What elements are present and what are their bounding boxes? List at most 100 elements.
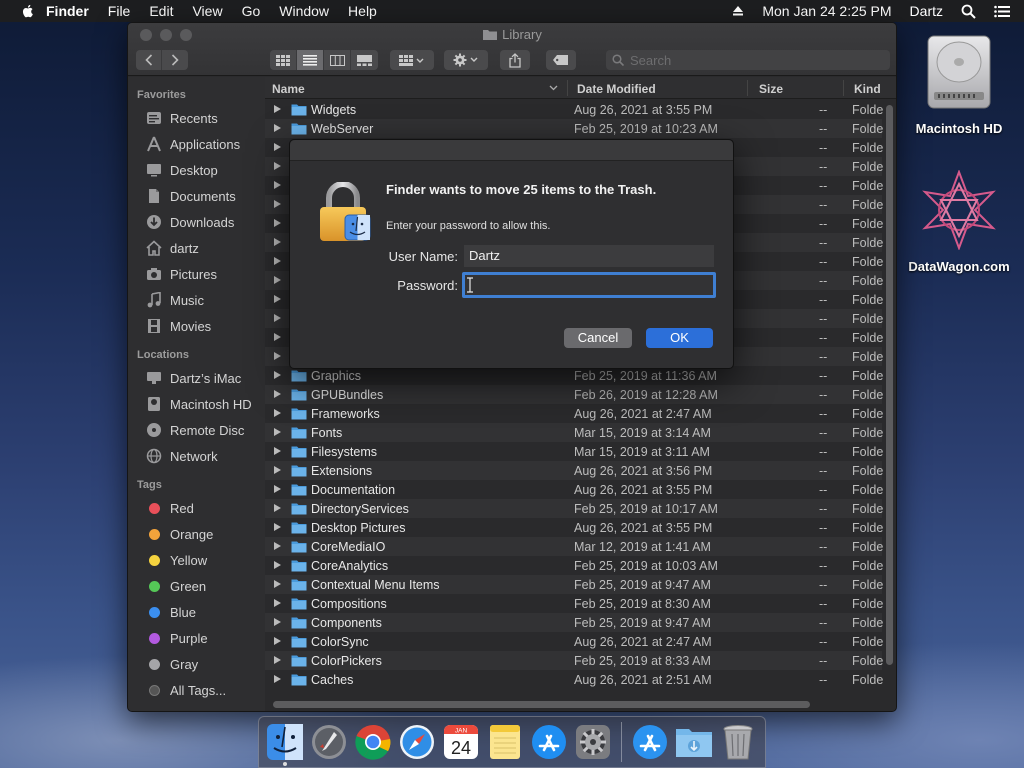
disclosure-triangle-icon[interactable] <box>274 314 281 322</box>
file-row[interactable]: ColorSync Aug 26, 2021 at 2:47 AM -- Folde <box>265 632 883 651</box>
disclosure-triangle-icon[interactable] <box>274 390 281 398</box>
file-row[interactable]: CoreAnalytics Feb 25, 2019 at 10:03 AM -- F… <box>265 556 883 575</box>
cancel-button[interactable]: Cancel <box>564 328 632 348</box>
menu-view[interactable]: View <box>192 3 222 19</box>
file-row[interactable]: Fonts Mar 15, 2019 at 3:14 AM -- Folde <box>265 423 883 442</box>
sidebar-item-pictures[interactable]: Pictures <box>128 261 265 287</box>
desktop-icon-macintosh-hd[interactable]: Macintosh HD <box>904 32 1014 136</box>
dock-downloads-folder[interactable] <box>672 720 716 764</box>
sidebar-item-imac[interactable]: Dartz’s iMac <box>128 365 265 391</box>
sidebar-item-desktop[interactable]: Desktop <box>128 157 265 183</box>
menu-help[interactable]: Help <box>348 3 377 19</box>
disclosure-triangle-icon[interactable] <box>274 238 281 246</box>
horizontal-scrollbar[interactable] <box>273 701 810 708</box>
disclosure-triangle-icon[interactable] <box>274 219 281 227</box>
disclosure-triangle-icon[interactable] <box>274 143 281 151</box>
sidebar-tag-gray[interactable]: Gray <box>128 651 265 677</box>
forward-button[interactable] <box>162 50 188 70</box>
disclosure-triangle-icon[interactable] <box>274 371 281 379</box>
sidebar-tag-yellow[interactable]: Yellow <box>128 547 265 573</box>
column-size[interactable]: Size <box>759 82 783 96</box>
file-row[interactable]: Caches Aug 26, 2021 at 2:51 AM -- Folde <box>265 670 883 689</box>
disclosure-triangle-icon[interactable] <box>274 352 281 360</box>
disclosure-triangle-icon[interactable] <box>274 105 281 113</box>
file-row[interactable]: GPUBundles Feb 26, 2019 at 12:28 AM -- Fold… <box>265 385 883 404</box>
file-row[interactable]: Frameworks Aug 26, 2021 at 2:47 AM -- Folde <box>265 404 883 423</box>
menu-window[interactable]: Window <box>279 3 329 19</box>
sidebar-item-movies[interactable]: Movies <box>128 313 265 339</box>
sidebar-tag-red[interactable]: Red <box>128 495 265 521</box>
menubar-user[interactable]: Dartz <box>910 3 943 19</box>
disclosure-triangle-icon[interactable] <box>274 523 281 531</box>
edit-tags-button[interactable] <box>546 50 576 70</box>
dock-launchpad[interactable] <box>307 720 351 764</box>
disclosure-triangle-icon[interactable] <box>274 656 281 664</box>
gallery-view-button[interactable] <box>351 50 378 70</box>
dock-chrome[interactable] <box>351 720 395 764</box>
dock-calendar[interactable]: JAN 24 <box>439 720 483 764</box>
dock-finder[interactable] <box>263 720 307 766</box>
file-row[interactable]: Contextual Menu Items Feb 25, 2019 at 9:4… <box>265 575 883 594</box>
apple-menu-icon[interactable] <box>20 3 36 19</box>
menubar-clock[interactable]: Mon Jan 24 2:25 PM <box>762 3 891 19</box>
share-button[interactable] <box>500 50 530 70</box>
disclosure-triangle-icon[interactable] <box>274 181 281 189</box>
dock-trash[interactable] <box>716 720 760 764</box>
sidebar-item-music[interactable]: Music <box>128 287 265 313</box>
file-row[interactable]: CoreMediaIO Mar 12, 2019 at 1:41 AM -- Fold… <box>265 537 883 556</box>
disclosure-triangle-icon[interactable] <box>274 580 281 588</box>
ok-button[interactable]: OK <box>646 328 713 348</box>
file-row[interactable]: Compositions Feb 25, 2019 at 8:30 AM -- Fol… <box>265 594 883 613</box>
dock-notes[interactable] <box>483 720 527 764</box>
sidebar-item-documents[interactable]: Documents <box>128 183 265 209</box>
menu-edit[interactable]: Edit <box>149 3 173 19</box>
sidebar-all-tags[interactable]: All Tags... <box>128 677 265 703</box>
sidebar-item-network[interactable]: Network <box>128 443 265 469</box>
notification-center-icon[interactable] <box>994 5 1010 18</box>
password-field[interactable] <box>462 272 716 298</box>
disclosure-triangle-icon[interactable] <box>274 675 281 683</box>
icon-view-button[interactable] <box>270 50 297 70</box>
back-button[interactable] <box>136 50 163 70</box>
column-view-button[interactable] <box>324 50 351 70</box>
sidebar-item-macintosh-hd[interactable]: Macintosh HD <box>128 391 265 417</box>
disclosure-triangle-icon[interactable] <box>274 162 281 170</box>
disclosure-triangle-icon[interactable] <box>274 295 281 303</box>
menu-file[interactable]: File <box>108 3 131 19</box>
sidebar-tag-blue[interactable]: Blue <box>128 599 265 625</box>
file-row[interactable]: Widgets Aug 26, 2021 at 3:55 PM -- Folde <box>265 100 883 119</box>
file-row[interactable]: DirectoryServices Feb 25, 2019 at 10:17 A… <box>265 499 883 518</box>
sidebar-item-remote-disc[interactable]: Remote Disc <box>128 417 265 443</box>
sidebar-tag-green[interactable]: Green <box>128 573 265 599</box>
desktop-icon-datawagon[interactable]: DataWagon.com <box>904 169 1014 274</box>
disclosure-triangle-icon[interactable] <box>274 618 281 626</box>
sidebar-item-dartz[interactable]: dartz <box>128 235 265 261</box>
disclosure-triangle-icon[interactable] <box>274 428 281 436</box>
menu-app-name[interactable]: Finder <box>46 3 89 19</box>
dock-safari[interactable] <box>395 720 439 764</box>
disclosure-triangle-icon[interactable] <box>274 542 281 550</box>
file-row[interactable]: Extensions Aug 26, 2021 at 3:56 PM -- Folde <box>265 461 883 480</box>
disclosure-triangle-icon[interactable] <box>274 485 281 493</box>
file-row[interactable]: Components Feb 25, 2019 at 9:47 AM -- Folde <box>265 613 883 632</box>
vertical-scrollbar[interactable] <box>886 105 893 665</box>
eject-icon[interactable] <box>732 5 744 17</box>
column-date-modified[interactable]: Date Modified <box>577 82 656 96</box>
disclosure-triangle-icon[interactable] <box>274 466 281 474</box>
file-row[interactable]: Filesystems Mar 15, 2019 at 3:11 AM -- Fold… <box>265 442 883 461</box>
disclosure-triangle-icon[interactable] <box>274 333 281 341</box>
file-row[interactable]: Desktop Pictures Aug 26, 2021 at 3:55 PM -… <box>265 518 883 537</box>
username-field[interactable]: Dartz <box>464 245 714 267</box>
disclosure-triangle-icon[interactable] <box>274 257 281 265</box>
disclosure-triangle-icon[interactable] <box>274 276 281 284</box>
file-row[interactable]: ColorPickers Feb 25, 2019 at 8:33 AM -- Fol… <box>265 651 883 670</box>
disclosure-triangle-icon[interactable] <box>274 447 281 455</box>
disclosure-triangle-icon[interactable] <box>274 561 281 569</box>
group-by-button[interactable] <box>390 50 434 70</box>
dock-app-store[interactable] <box>527 720 571 764</box>
sidebar-item-applications[interactable]: Applications <box>128 131 265 157</box>
search-field[interactable]: Search <box>606 50 890 70</box>
sidebar-item-recents[interactable]: Recents <box>128 105 265 131</box>
dock-app-store-folder[interactable] <box>628 720 672 764</box>
disclosure-triangle-icon[interactable] <box>274 599 281 607</box>
